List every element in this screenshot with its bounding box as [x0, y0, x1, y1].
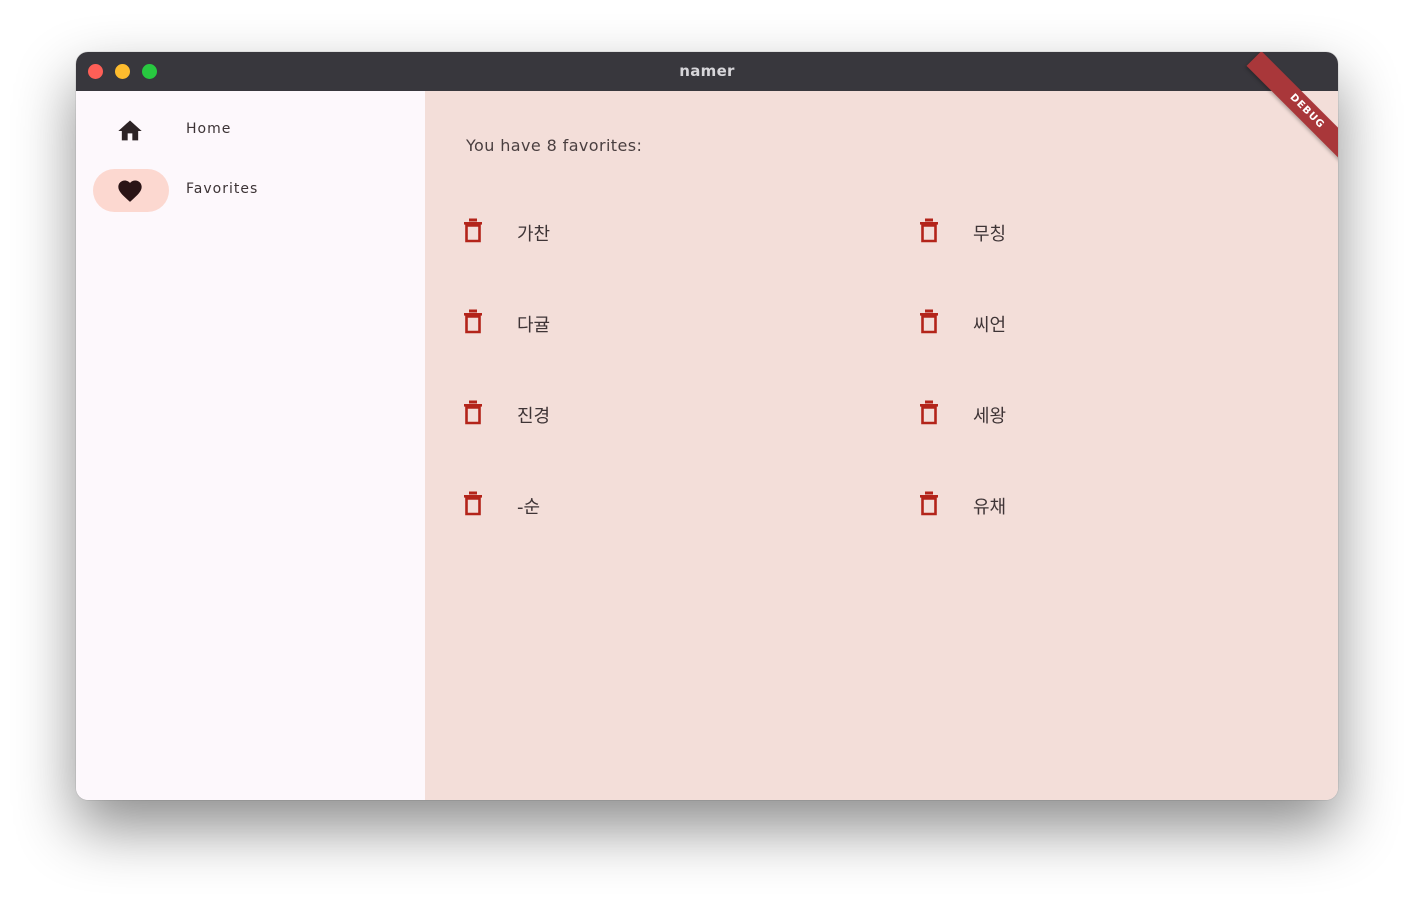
favorite-name: 무칭	[973, 224, 1007, 245]
favorite-item: 무칭	[881, 208, 1261, 252]
home-icon	[118, 120, 142, 141]
favorite-name: 다귤	[517, 315, 551, 336]
sidebar-item-label: Home	[186, 121, 232, 137]
navigation-rail: Home Favorites	[76, 91, 425, 800]
trash-icon[interactable]	[461, 217, 485, 243]
favorite-item: 가찬	[425, 208, 805, 252]
favorite-item: 세왕	[881, 390, 1261, 434]
favorites-page: You have 8 favorites: 가찬 무칭 다귤 씨언 진경 세왕 …	[425, 52, 1338, 800]
title-bar[interactable]: namer	[76, 52, 1338, 91]
trash-icon[interactable]	[917, 308, 941, 334]
trash-icon[interactable]	[917, 399, 941, 425]
favorite-name: -순	[517, 497, 541, 518]
sidebar-item-home[interactable]: Home	[76, 107, 425, 155]
favorite-name: 씨언	[973, 315, 1007, 336]
favorite-item: 진경	[425, 390, 805, 434]
trash-icon[interactable]	[461, 490, 485, 516]
trash-icon[interactable]	[461, 399, 485, 425]
favorites-count-text: You have 8 favorites:	[466, 136, 643, 155]
favorite-item: 다귤	[425, 299, 805, 343]
trash-icon[interactable]	[917, 217, 941, 243]
sidebar-item-label: Favorites	[186, 181, 259, 197]
window-title: namer	[679, 62, 735, 80]
favorite-item: -순	[425, 481, 805, 525]
sidebar-item-favorites[interactable]: Favorites	[76, 167, 425, 215]
trash-icon[interactable]	[917, 490, 941, 516]
heart-icon	[118, 180, 142, 202]
favorite-item: 씨언	[881, 299, 1261, 343]
app-window: namer Home Favorites You have 8 favorite…	[76, 52, 1338, 800]
favorite-name: 유채	[973, 497, 1007, 518]
favorite-name: 진경	[517, 406, 551, 427]
favorite-name: 가찬	[517, 224, 551, 245]
favorite-name: 세왕	[973, 406, 1007, 427]
trash-icon[interactable]	[461, 308, 485, 334]
favorite-item: 유채	[881, 481, 1261, 525]
